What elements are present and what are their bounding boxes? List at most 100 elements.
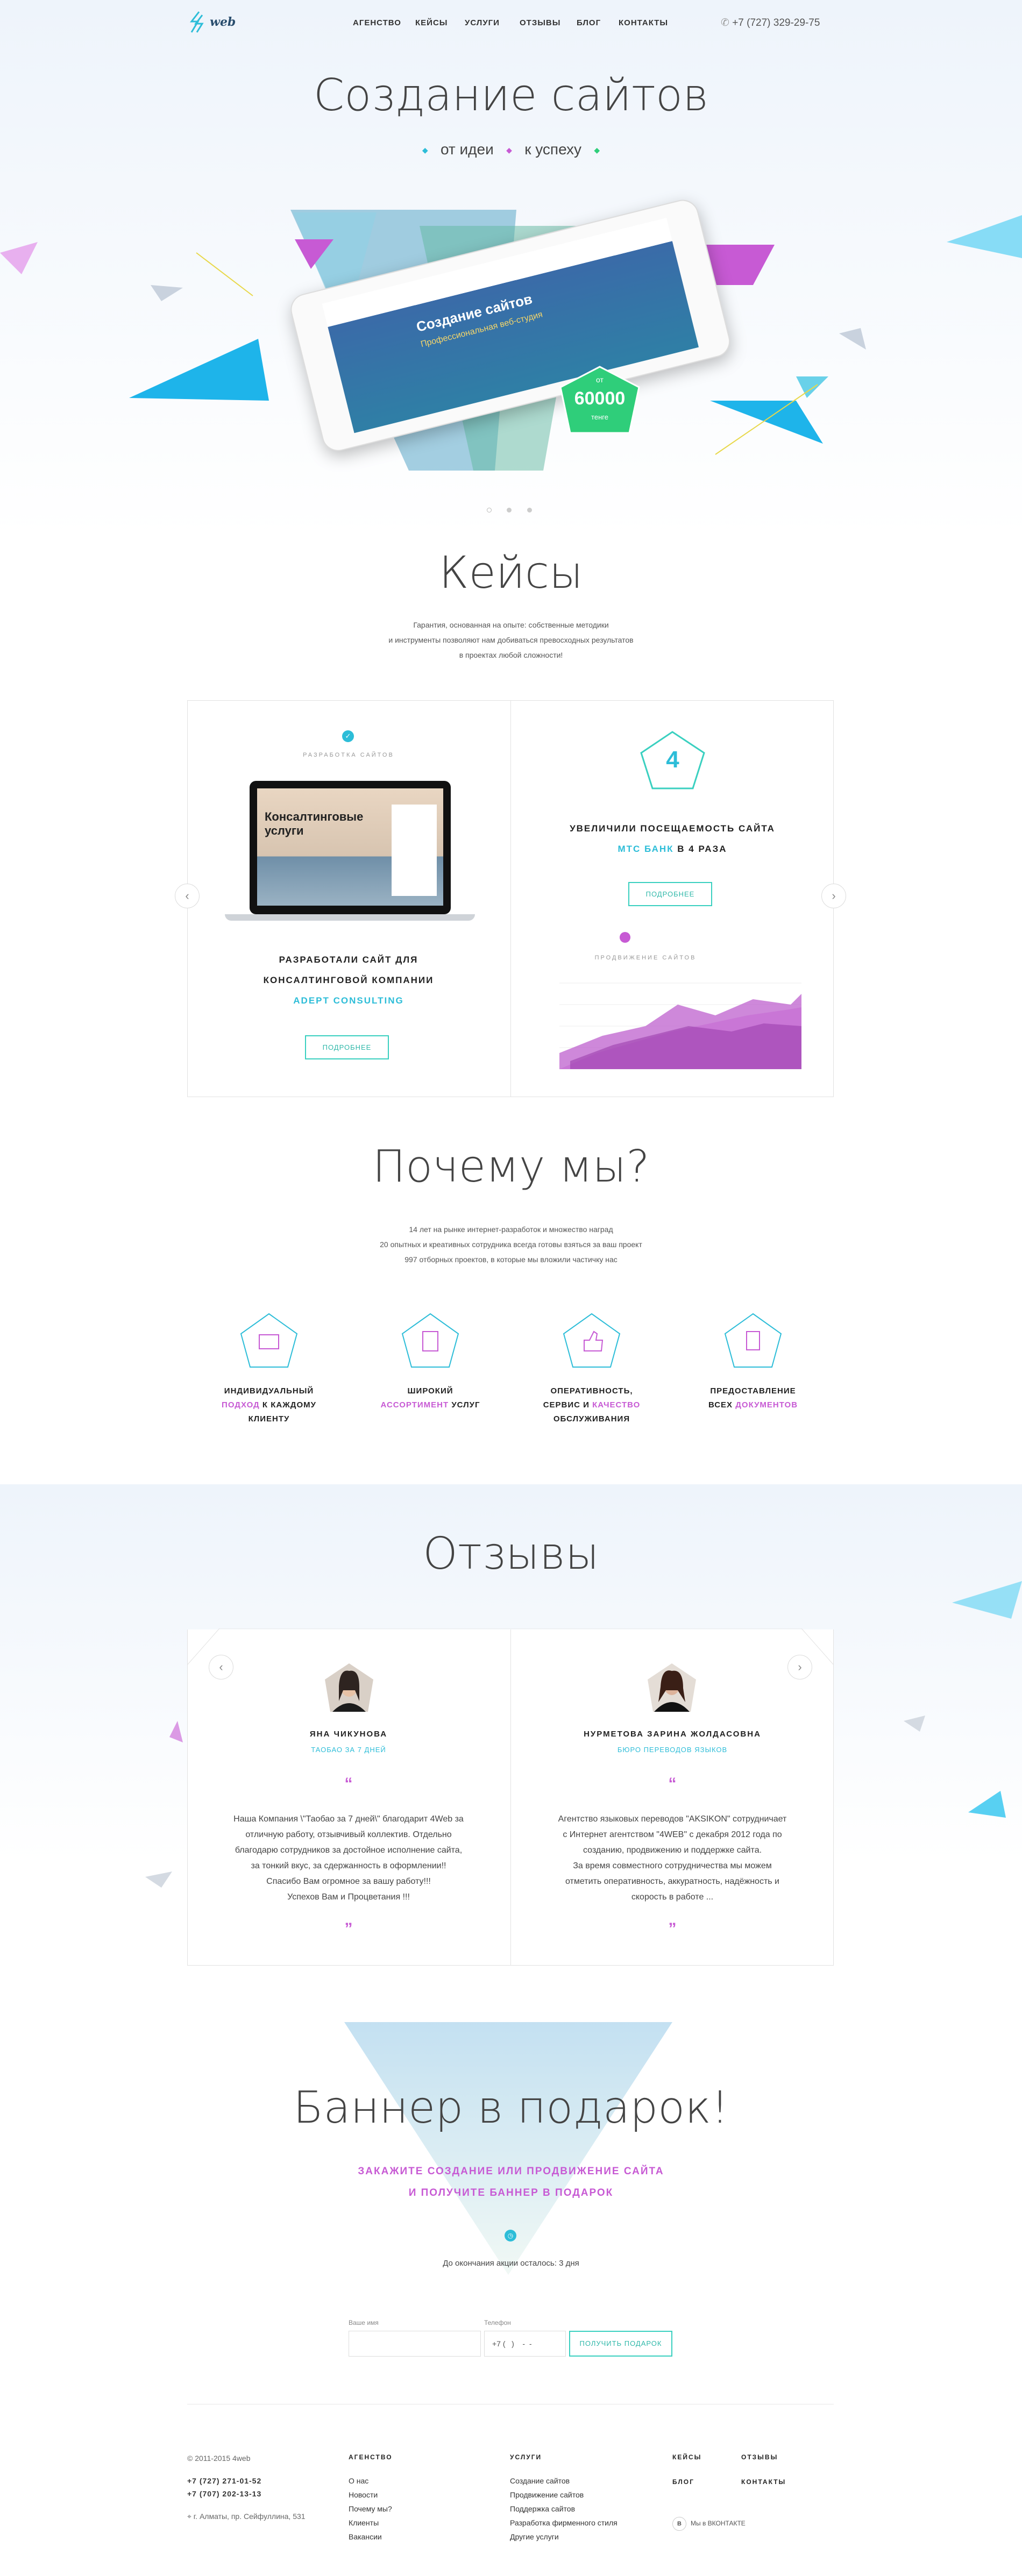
footer-phone-1[interactable]: +7 (727) 271-01-52 xyxy=(187,2474,261,2488)
footer-link-about[interactable]: О нас xyxy=(349,2474,392,2488)
feature-1-highlight: ПОДХОД xyxy=(222,1400,260,1410)
price-badge-currency: тенге xyxy=(591,413,608,421)
footer-cases-link[interactable]: КЕЙСЫ xyxy=(672,2453,701,2461)
cases-intro: Гарантия, основанная на опыте: собственн… xyxy=(0,617,1022,663)
why-intro-line: 20 опытных и креативных сотрудника всегд… xyxy=(380,1240,642,1249)
footer-link-branding[interactable]: Разработка фирменного стиля xyxy=(510,2516,618,2530)
case-left-caption: РАЗРАБОТАЛИ САЙТ ДЛЯ КОНСАЛТИНГОВОЙ КОМП… xyxy=(187,950,510,1011)
footer-link-clients[interactable]: Клиенты xyxy=(349,2516,392,2530)
review-2-line: Агентство языковых переводов "AKSIKON" с… xyxy=(558,1814,787,1824)
nav-reviews[interactable]: ОТЗЫВЫ xyxy=(520,18,560,27)
cases-divider xyxy=(510,700,511,1097)
phone-input[interactable] xyxy=(484,2331,566,2357)
footer-link-other[interactable]: Другие услуги xyxy=(510,2530,618,2544)
hero-subtitle: ◆ от идеи ◆ к успеху ◆ xyxy=(0,141,1022,158)
feature-icon xyxy=(724,1313,782,1368)
footer-link-news[interactable]: Новости xyxy=(349,2488,392,2502)
reviews-next-arrow[interactable]: › xyxy=(787,1655,812,1680)
case-left-line1: РАЗРАБОТАЛИ САЙТ ДЛЯ xyxy=(279,955,418,965)
review-1-close-quote: ” xyxy=(344,1920,353,1938)
review-2-line: скорость в работе ... xyxy=(631,1892,714,1902)
footer-link-support[interactable]: Поддержка сайтов xyxy=(510,2502,618,2516)
footer-contacts-link[interactable]: КОНТАКТЫ xyxy=(741,2478,786,2486)
name-input[interactable] xyxy=(349,2331,481,2357)
footer-vk-label: Мы в ВКОНТАКТЕ xyxy=(691,2520,746,2527)
slider-dot-3[interactable] xyxy=(527,508,532,513)
feature-4-highlight: ДОКУМЕНТОВ xyxy=(735,1400,798,1410)
slider-dot-2[interactable] xyxy=(507,508,512,513)
price-badge-from: от xyxy=(596,375,604,384)
review-2-name: НУРМЕТОВА ЗАРИНА ЖОЛДАСОВНА xyxy=(584,1730,761,1739)
feature-4: ПРЕДОСТАВЛЕНИЕ ВСЕХ ДОКУМЕНТОВ xyxy=(689,1384,818,1412)
name-label: Ваше имя xyxy=(349,2319,379,2326)
feature-icon xyxy=(401,1313,459,1368)
footer-services-heading[interactable]: УСЛУГИ xyxy=(510,2453,542,2461)
footer-agency-heading[interactable]: АГЕНСТВО xyxy=(349,2453,393,2461)
logo[interactable]: web xyxy=(187,10,252,37)
header-phone[interactable]: ✆ +7 (727) 329-29-75 xyxy=(721,17,820,29)
hero-sub-from: от идеи xyxy=(440,141,494,158)
footer-phone-2[interactable]: +7 (707) 202-13-13 xyxy=(187,2487,261,2501)
nav-blog[interactable]: БЛОГ xyxy=(577,18,601,27)
footer-address: ⌖ г. Алматы, пр. Сейфуллина, 531 xyxy=(187,2509,306,2523)
nav-agency[interactable]: АГЕНСТВО xyxy=(353,18,401,27)
case-right-label: ПРОДВИЖЕНИЕ САЙТОВ xyxy=(594,955,697,961)
case-right-more-button[interactable]: ПОДРОБНЕЕ xyxy=(628,882,712,906)
feature-3-line1: ОПЕРАТИВНОСТЬ, xyxy=(550,1386,633,1396)
diamond-icon: ◆ xyxy=(422,146,428,155)
reviews-divider xyxy=(510,1629,511,1966)
nav-services[interactable]: УСЛУГИ xyxy=(465,18,500,27)
review-2-close-quote: ” xyxy=(668,1920,677,1938)
case-right-dot-icon xyxy=(620,932,630,943)
laptop-base xyxy=(225,914,475,921)
footer-vk[interactable]: B Мы в ВКОНТАКТЕ xyxy=(672,2517,746,2531)
case-left-line2: КОНСАЛТИНГОВОЙ КОМПАНИИ xyxy=(263,975,434,985)
feature-4-line2: ВСЕХ ДОКУМЕНТОВ xyxy=(689,1398,818,1412)
feature-4-rest: ВСЕХ xyxy=(708,1400,736,1410)
footer-link-promotion[interactable]: Продвижение сайтов xyxy=(510,2488,618,2502)
feature-2-line1: ШИРОКИЙ xyxy=(407,1386,453,1396)
review-1-line: Наша Компания \"Таобао за 7 дней\" благо… xyxy=(233,1814,464,1824)
check-icon: ✓ xyxy=(342,730,354,742)
banner-triangle xyxy=(344,2022,672,2275)
nav-contacts[interactable]: КОНТАКТЫ xyxy=(619,18,668,27)
review-1-line: Спасибо Вам огромное за вашу работу!!! xyxy=(266,1877,431,1886)
footer-agency-links: О нас Новости Почему мы? Клиенты Ваканси… xyxy=(349,2474,392,2544)
footer-link-why[interactable]: Почему мы? xyxy=(349,2502,392,2516)
review-1-company[interactable]: ТАОБАО ЗА 7 ДНЕЙ xyxy=(187,1746,510,1754)
feature-2-line2: АССОРТИМЕНТ УСЛУГ xyxy=(366,1398,495,1412)
review-2-line: с Интернет агентством "4WEB" с декабря 2… xyxy=(563,1830,782,1839)
banner-title: Баннер в подарок! xyxy=(293,2082,729,2133)
vk-icon: B xyxy=(672,2517,686,2531)
nav-cases[interactable]: КЕЙСЫ xyxy=(415,18,448,27)
feature-icon xyxy=(240,1313,298,1368)
case-right-badge-number: 4 xyxy=(666,746,679,773)
hero-slider-dots xyxy=(487,506,532,515)
case-right-caption: УВЕЛИЧИЛИ ПОСЕЩАЕМОСТЬ САЙТА МТС БАНК В … xyxy=(511,819,834,859)
footer-blog-link[interactable]: БЛОГ xyxy=(672,2478,694,2486)
case-left-more-button[interactable]: ПОДРОБНЕЕ xyxy=(305,1035,389,1059)
case-right-client[interactable]: МТС БАНК xyxy=(618,844,674,854)
footer-reviews-link[interactable]: ОТЗЫВЫ xyxy=(741,2453,778,2461)
phone-number: +7 (727) 329-29-75 xyxy=(732,17,820,29)
cases-next-arrow[interactable]: › xyxy=(821,884,846,908)
review-1-line: отличную работу, отзывчивый коллектив. О… xyxy=(245,1830,452,1839)
footer-link-vacancies[interactable]: Вакансии xyxy=(349,2530,392,2544)
banner-offer-line2: И ПОЛУЧИТЕ БАННЕР В ПОДАРОК xyxy=(408,2187,614,2198)
phone-icon: ✆ xyxy=(721,17,729,29)
cases-prev-arrow[interactable]: ‹ xyxy=(175,884,200,908)
feature-2-highlight: АССОРТИМЕНТ xyxy=(380,1400,449,1410)
avatar xyxy=(325,1663,373,1712)
feature-3: ОПЕРАТИВНОСТЬ, СЕРВИС И КАЧЕСТВО ОБСЛУЖИ… xyxy=(527,1384,656,1426)
laptop-mockup: Консалтинговые услуги xyxy=(225,781,475,929)
review-2-company[interactable]: БЮРО ПЕРЕВОДОВ ЯЗЫКОВ xyxy=(511,1746,834,1754)
review-2-line: созданию, продвижению и поддержке сайта. xyxy=(583,1846,762,1855)
footer-link-creation[interactable]: Создание сайтов xyxy=(510,2474,618,2488)
slider-dot-1[interactable] xyxy=(487,508,492,513)
phone-label: Телефон xyxy=(484,2319,511,2326)
case-left-client[interactable]: ADEPT CONSULTING xyxy=(187,991,510,1011)
dash-icon: ◆ xyxy=(506,146,512,155)
reviews-prev-arrow[interactable]: ‹ xyxy=(209,1655,233,1680)
get-gift-button[interactable]: ПОЛУЧИТЬ ПОДАРОК xyxy=(569,2331,672,2357)
cases-intro-line: в проектах любой сложности! xyxy=(459,651,563,659)
